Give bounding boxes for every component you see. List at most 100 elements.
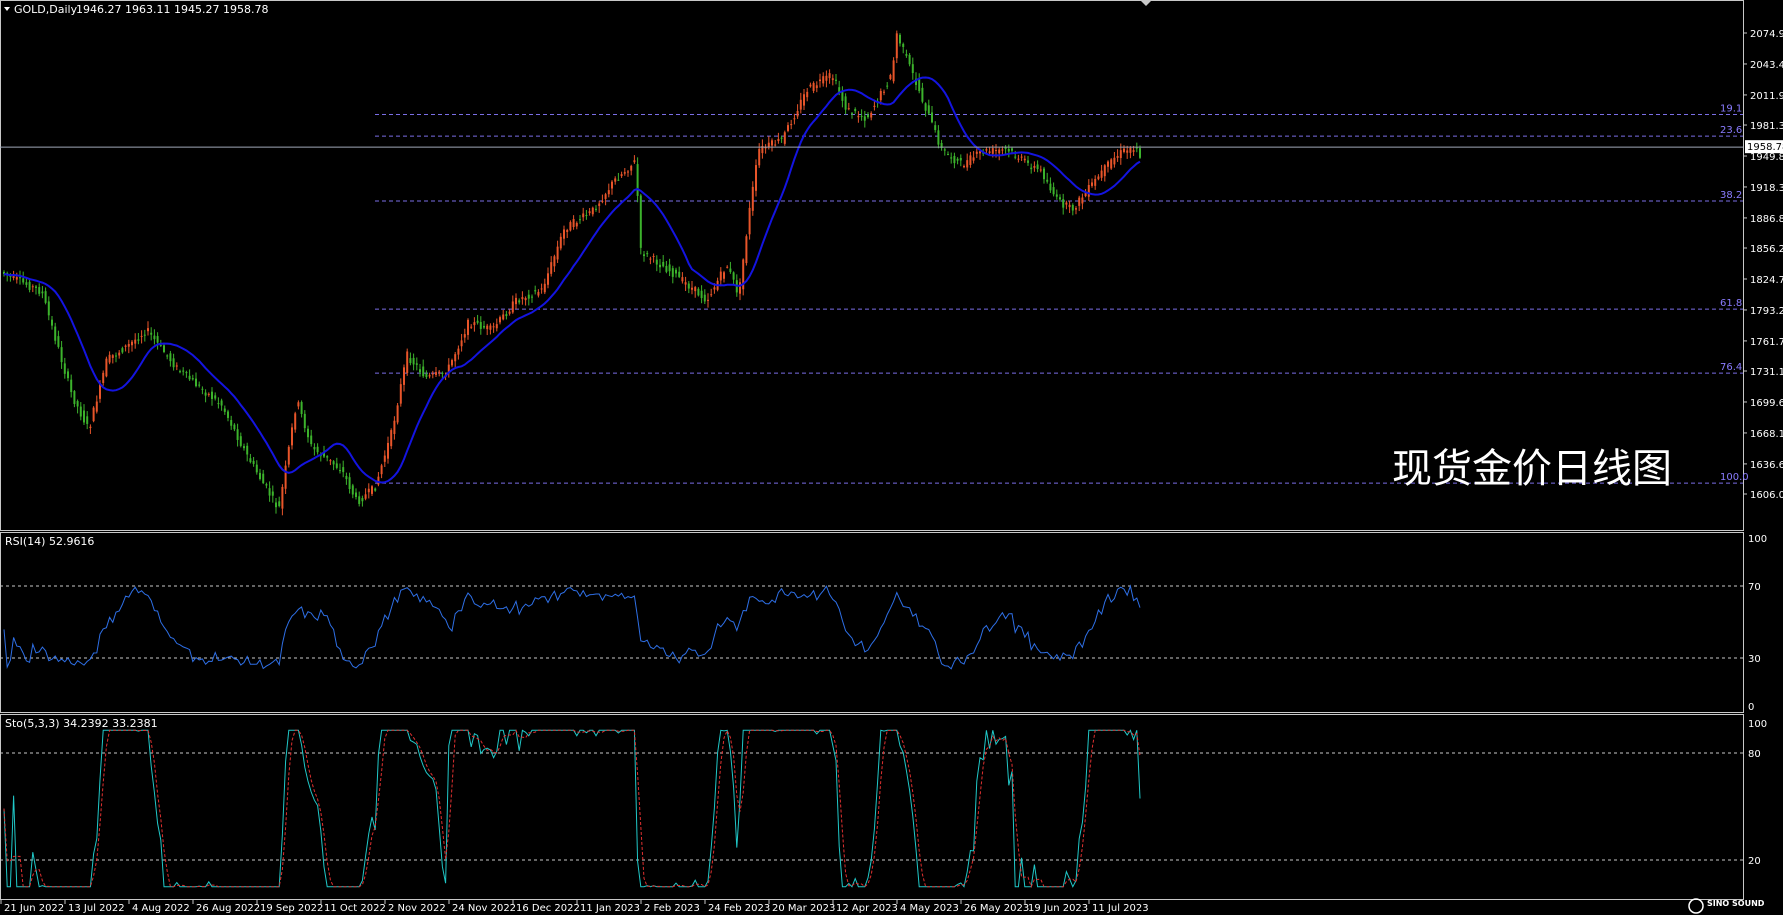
candle-body	[303, 413, 306, 429]
candle-body	[470, 326, 473, 328]
candle-body	[521, 297, 524, 300]
candle-body	[201, 388, 204, 390]
candle-body	[780, 137, 783, 139]
candle-body	[31, 286, 34, 288]
candle-body	[47, 301, 50, 316]
candle-body	[134, 339, 137, 344]
candle-body	[166, 355, 169, 357]
candle-body	[374, 488, 377, 491]
candle-body	[889, 74, 892, 79]
price-axis-label: 1636.60	[1750, 460, 1783, 471]
candle-body	[771, 140, 773, 146]
candle-body	[22, 278, 25, 283]
candle-body	[515, 297, 517, 305]
candle-body	[479, 322, 482, 329]
candle-body	[873, 105, 876, 107]
candle-body	[883, 91, 885, 93]
price-axis-label: 1918.30	[1750, 183, 1783, 194]
candlestick-series	[3, 30, 1141, 516]
candle-body	[831, 78, 834, 81]
stochastic-main-line	[3, 729, 1141, 888]
candle-body	[671, 268, 674, 277]
candle-body	[751, 186, 754, 211]
candle-body	[566, 230, 569, 233]
date-axis-label: 24 Nov 2022	[452, 903, 516, 914]
candle-body	[291, 427, 293, 446]
trading-chart[interactable]: 19.1 23.6 38.2 61.8 76.4 100.0 GOLD,Daily 194…	[0, 0, 1783, 915]
candle-body	[361, 498, 364, 502]
current-price-label: 1958.78	[1747, 142, 1783, 153]
price-axis[interactable]: 2074.90 2043.40 2011.90 1981.30 1949.80 1918.…	[1743, 29, 1783, 501]
candle-body	[255, 464, 258, 473]
candle-body	[73, 391, 76, 405]
rsi-panel[interactable]: RSI(14) 52.9616 100 70 30 0	[0, 532, 1767, 714]
candle-body	[383, 455, 386, 462]
candle-body	[790, 124, 793, 126]
price-panel[interactable]: 19.1 23.6 38.2 61.8 76.4 100.0 GOLD,Daily 194…	[0, 0, 1749, 531]
candle-body	[483, 325, 485, 328]
candle-body	[310, 435, 313, 445]
candle-body	[627, 171, 629, 173]
candle-body	[214, 395, 217, 399]
stochastic-title: Sto(5,3,3) 34.2392 33.2381	[5, 717, 158, 730]
candle-body	[729, 268, 732, 272]
fib-level-label: 76.4	[1720, 362, 1742, 373]
candle-body	[345, 475, 348, 480]
candle-body	[732, 272, 735, 280]
candle-body	[540, 288, 543, 290]
candle-body	[694, 287, 697, 292]
candle-body	[492, 326, 495, 328]
candle-body	[1065, 202, 1068, 205]
date-axis-label: 2 Feb 2023	[644, 903, 700, 914]
candle-body	[825, 75, 828, 81]
candle-body	[313, 447, 316, 450]
price-axis-label: 1668.10	[1750, 429, 1783, 440]
candle-body	[633, 160, 636, 163]
candle-body	[748, 207, 751, 235]
candle-body	[243, 446, 245, 449]
candle-body	[111, 355, 114, 358]
candle-body	[908, 54, 911, 65]
candle-body	[396, 405, 399, 423]
candle-body	[137, 339, 140, 341]
candle-body	[1097, 176, 1100, 180]
symbol-header[interactable]: GOLD,Daily 1946.27 1963.11 1945.27 1958.…	[4, 3, 268, 16]
price-axis-label: 1761.70	[1750, 337, 1783, 348]
candle-body	[252, 460, 255, 464]
candle-body	[35, 286, 37, 288]
candle-body	[79, 406, 82, 417]
brand-text: SINO SOUND	[1707, 899, 1765, 908]
candle-body	[1132, 150, 1135, 152]
candle-body	[1049, 183, 1052, 191]
candle-body	[931, 112, 933, 123]
candle-body	[275, 502, 277, 508]
candle-body	[83, 410, 85, 423]
candle-body	[476, 320, 479, 323]
candle-body	[127, 344, 130, 347]
candle-body	[287, 446, 290, 465]
candle-body	[300, 402, 303, 414]
candle-body	[687, 283, 690, 289]
candle-body	[505, 314, 508, 317]
dropdown-triangle-icon[interactable]	[4, 7, 10, 11]
candle-body	[278, 501, 281, 507]
candle-body	[249, 458, 252, 463]
candle-body	[1103, 165, 1106, 177]
candle-body	[665, 265, 668, 272]
candle-body	[239, 436, 242, 446]
candle-body	[777, 138, 780, 142]
stochastic-panel[interactable]: Sto(5,3,3) 34.2392 33.2381 100 80 20	[0, 714, 1767, 900]
candle-body	[563, 229, 565, 239]
candle-body	[1036, 164, 1039, 170]
candle-body	[457, 348, 460, 355]
candle-body	[636, 164, 639, 196]
candle-body	[131, 341, 133, 346]
candle-body	[143, 334, 146, 336]
date-axis[interactable]: 21 Jun 2022 13 Jul 2022 4 Aug 2022 26 Aug 2…	[0, 899, 1149, 914]
candle-body	[1007, 148, 1010, 152]
candle-body	[630, 165, 633, 171]
candle-body	[531, 296, 533, 298]
candle-body	[307, 428, 309, 438]
price-axis-label: 1699.60	[1750, 398, 1783, 409]
shift-marker-icon[interactable]	[1141, 1, 1151, 6]
